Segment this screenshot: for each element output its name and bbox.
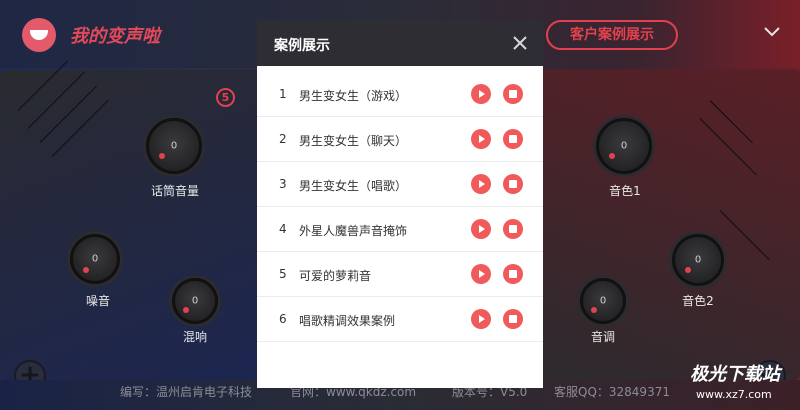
- footer-author: 编写：温州启肯电子科技: [120, 385, 253, 399]
- pitch-label: 音调: [590, 330, 615, 344]
- badge-count: 5: [216, 88, 235, 107]
- noise-label: 噪音: [85, 294, 110, 308]
- case-number: 2: [279, 132, 287, 146]
- stop-icon[interactable]: [503, 219, 523, 239]
- case-number: 5: [279, 267, 287, 281]
- case-row: 2 男生变女生（聊天）: [257, 117, 543, 162]
- mic-volume-knob[interactable]: 0: [146, 118, 202, 174]
- noise-knob[interactable]: 0: [70, 234, 120, 284]
- case-row: 4 外星人魔兽声音掩饰: [257, 207, 543, 252]
- logo-icon: [22, 18, 56, 52]
- watermark: 极光下载站 www.xz7.com: [650, 356, 800, 410]
- chevron-down-icon[interactable]: [764, 24, 780, 40]
- case-name: 唱歌精调效果案例: [299, 314, 396, 328]
- play-icon[interactable]: [471, 129, 491, 149]
- knob-value: 0: [599, 295, 607, 307]
- case-number: 4: [279, 222, 287, 236]
- customer-cases-button[interactable]: 客户案例展示: [546, 20, 678, 50]
- pitch-knob[interactable]: 0: [580, 278, 626, 324]
- case-row: 3 男生变女生（唱歌）: [257, 162, 543, 207]
- case-name: 男生变女生（游戏）: [299, 89, 408, 103]
- timbre1-label: 音色1: [609, 184, 641, 198]
- dialog-header: 案例展示: [257, 20, 543, 66]
- close-icon[interactable]: [511, 34, 529, 52]
- reverb-label: 混响: [182, 330, 207, 344]
- case-row: 5 可爱的萝莉音: [257, 252, 543, 297]
- knob-value: 0: [694, 254, 702, 266]
- case-name: 男生变女生（唱歌）: [299, 179, 408, 193]
- stop-icon[interactable]: [503, 174, 523, 194]
- knob-value: 0: [191, 295, 199, 307]
- case-name: 男生变女生（聊天）: [299, 134, 408, 148]
- play-icon[interactable]: [471, 174, 491, 194]
- case-name: 可爱的萝莉音: [299, 269, 372, 283]
- case-showcase-dialog: 案例展示 1 男生变女生（游戏） 2 男生变女生（聊天） 3 男生变女生（唱歌）…: [257, 20, 543, 388]
- knob-value: 0: [620, 140, 628, 152]
- stop-icon[interactable]: [503, 309, 523, 329]
- reverb-knob[interactable]: 0: [172, 278, 218, 324]
- timbre1-knob[interactable]: 0: [596, 118, 652, 174]
- dialog-title: 案例展示: [274, 38, 330, 54]
- app-window: 我的变声啦 客户案例展示 5 0 话筒音量 0 噪音 0 混响 0 音色1 0 …: [0, 0, 800, 410]
- knob-value: 0: [91, 253, 99, 265]
- case-row: 6 唱歌精调效果案例: [257, 297, 543, 342]
- play-icon[interactable]: [471, 309, 491, 329]
- stop-icon[interactable]: [503, 264, 523, 284]
- case-number: 3: [279, 177, 287, 191]
- mic-volume-label: 话筒音量: [150, 184, 199, 198]
- watermark-url: www.xz7.com: [696, 388, 772, 401]
- stop-icon[interactable]: [503, 129, 523, 149]
- timbre2-knob[interactable]: 0: [672, 234, 724, 286]
- app-name: 我的变声啦: [70, 26, 160, 47]
- case-number: 1: [279, 87, 287, 101]
- knob-value: 0: [170, 140, 178, 152]
- stop-icon[interactable]: [503, 84, 523, 104]
- play-icon[interactable]: [471, 219, 491, 239]
- case-name: 外星人魔兽声音掩饰: [299, 224, 408, 238]
- play-icon[interactable]: [471, 84, 491, 104]
- case-number: 6: [279, 312, 287, 326]
- play-icon[interactable]: [471, 264, 491, 284]
- watermark-text: 极光下载站: [690, 364, 780, 385]
- left-panel: [0, 60, 262, 380]
- case-row: 1 男生变女生（游戏）: [257, 72, 543, 117]
- timbre2-label: 音色2: [682, 294, 714, 308]
